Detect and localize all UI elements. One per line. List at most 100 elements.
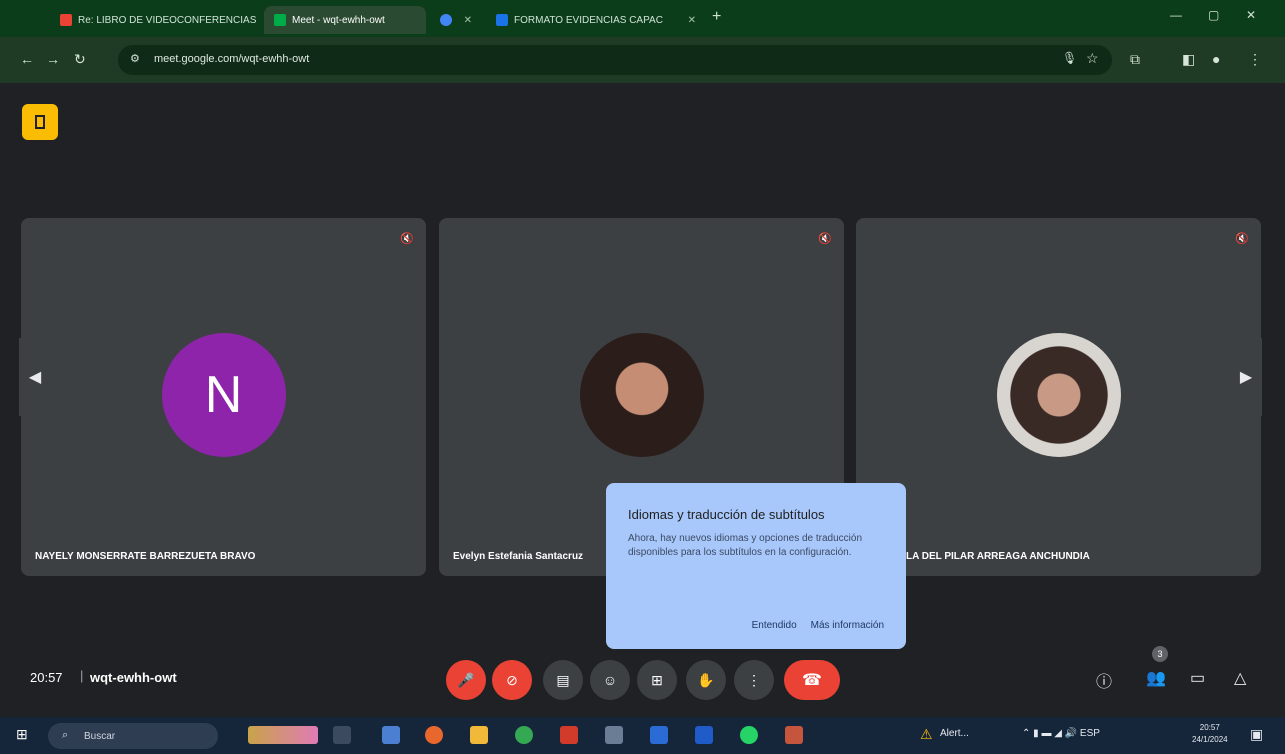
widgets-icon[interactable] [248,726,318,744]
clock-time: 20:57 [1199,723,1220,732]
app-icon[interactable] [605,726,623,744]
site-info-icon[interactable]: ⚙ [130,52,140,65]
activities-icon[interactable]: △ [1234,668,1246,688]
meet-favicon-icon [274,14,286,26]
captions-icon: ▤ [556,671,570,688]
mic-toggle-button[interactable]: 🎤 [446,660,486,700]
learn-more-link[interactable]: Más información [811,620,884,631]
participant-name: LA DEL PILAR ARREAGA ANCHUNDIA [906,551,1090,562]
mic-muted-icon: 🔇 [1235,233,1249,245]
avatar-photo [579,333,704,457]
captions-translation-popup: Idiomas y traducción de subtítulos Ahora… [606,483,906,649]
extensions-icon[interactable]: ⧉ [1130,51,1140,68]
participant-tile-3[interactable]: 🔇 LA DEL PILAR ARREAGA ANCHUNDIA [856,218,1261,576]
camera-off-icon: ⊘ [506,671,518,688]
got-it-button[interactable]: Entendido [752,620,797,631]
search-placeholder: Buscar [84,730,116,742]
meeting-time: 20:57 [30,670,63,685]
taskbar-clock[interactable]: 20:57 24/1/2024 [1192,722,1228,746]
warning-icon: ⚠ [920,726,933,742]
meeting-details-icon[interactable]: ⓘ [1096,668,1112,692]
back-icon[interactable]: ← [20,51,34,67]
menu-icon[interactable]: ⋮ [1248,51,1262,68]
captions-button[interactable]: ▤ [543,660,583,700]
chevron-left-icon: ◀ [28,369,42,386]
gmail-icon [60,14,72,26]
leave-call-button[interactable]: ☎ [784,660,840,700]
firefox-icon[interactable] [425,726,443,744]
participant-name: Evelyn Estefania Santacruz [453,551,584,562]
browser-tab-3[interactable]: ✕ [430,6,482,34]
docs-icon [496,14,508,26]
people-count-badge: 3 [1152,646,1168,662]
close-icon[interactable]: ✕ [688,15,696,26]
browser-toolbar: ← → ↻ ⚙ meet.google.com/wqt-ewhh-owt 🎙 ☆… [0,37,1285,83]
phone-hangup-icon: ☎ [802,672,822,689]
meeting-code: wqt-ewhh-owt [90,670,177,685]
door-icon [35,115,45,129]
address-bar[interactable]: ⚙ meet.google.com/wqt-ewhh-owt 🎙 ☆ [118,45,1112,75]
mic-muted-icon: 🔇 [400,233,414,245]
search-icon: ⌕ [62,729,69,741]
browser-tab-meet[interactable]: Meet - wqt-ewhh-owt [264,6,426,34]
system-tray-icons[interactable]: ⌃ ▮ ▬ ◢ 🔊 ESP [1022,728,1100,739]
divider: | [80,668,84,683]
forward-icon[interactable]: → [46,51,60,67]
browser-tab-4[interactable]: FORMATO EVIDENCIAS CAPAC ✕ [486,6,706,34]
emoji-icon: ☺ [602,672,618,688]
app-icon[interactable] [560,726,578,744]
globe-icon [440,14,452,26]
popup-actions: Entendido Más información [752,620,884,631]
next-page-button[interactable]: ▶ [1230,338,1262,416]
mic-icon[interactable]: 🎙 [1062,51,1077,65]
participant-tile-1[interactable]: 🔇 N NAYELY MONSERRATE BARREZUETA BRAVO [21,218,426,576]
clock-date: 24/1/2024 [1192,735,1228,744]
file-explorer-icon[interactable] [470,726,488,744]
people-icon[interactable]: 👥 [1146,668,1166,688]
popup-title: Idiomas y traducción de subtítulos [628,507,825,522]
tab-label: Re: LIBRO DE VIDEOCONFERENCIAS [78,14,257,26]
browser-tab-strip: Re: LIBRO DE VIDEOCONFERENCIAS ✕ Meet - … [0,0,1285,37]
browser-tab-1[interactable]: Re: LIBRO DE VIDEOCONFERENCIAS ✕ [50,6,262,34]
app-icon[interactable] [785,726,803,744]
chevron-right-icon: ▶ [1239,369,1253,386]
side-panel-icon[interactable]: ◧ [1182,51,1195,68]
tab-label: FORMATO EVIDENCIAS CAPAC [514,14,663,26]
taskbar-search[interactable]: ⌕ Buscar [48,723,218,749]
avatar-photo [996,333,1121,457]
present-screen-icon: ⊞ [651,671,663,688]
mic-muted-icon: 🔇 [818,233,832,245]
avatar: N [161,333,286,457]
windows-start-icon[interactable]: ⊞ [16,726,28,743]
mic-off-icon: 🎤 [457,671,475,688]
chrome-icon[interactable] [515,726,533,744]
camera-toggle-button[interactable]: ⊘ [492,660,532,700]
raise-hand-button[interactable]: ✋ [686,660,726,700]
previous-page-button[interactable]: ◀ [19,338,51,416]
app-icon[interactable] [382,726,400,744]
profile-avatar[interactable]: ● [1212,51,1220,67]
participant-name: NAYELY MONSERRATE BARREZUETA BRAVO [35,551,256,562]
tab-label: Meet - wqt-ewhh-owt [292,14,385,26]
meet-logo [22,104,58,140]
reactions-button[interactable]: ☺ [590,660,630,700]
more-options-button[interactable]: ⋮ [734,660,774,700]
whatsapp-icon[interactable] [740,726,758,744]
more-vert-icon: ⋮ [747,671,761,688]
minimize-icon[interactable]: — [1170,8,1182,22]
present-button[interactable]: ⊞ [637,660,677,700]
notifications-icon[interactable]: ▣ [1250,726,1263,743]
alert-label[interactable]: Alert... [940,728,969,739]
maximize-icon[interactable]: ▢ [1208,8,1219,22]
bookmark-star-icon[interactable]: ☆ [1086,50,1099,67]
close-icon[interactable]: ✕ [464,15,472,26]
new-tab-button[interactable]: + [712,8,721,26]
windows-taskbar: ⊞ ⌕ Buscar ⚠ Alert... ⌃ ▮ ▬ ◢ 🔊 ESP 20:5… [0,717,1285,754]
task-view-icon[interactable] [333,726,351,744]
url-text: meet.google.com/wqt-ewhh-owt [154,53,310,65]
chat-icon[interactable]: ▭ [1190,668,1205,688]
word-icon[interactable] [650,726,668,744]
word-icon[interactable] [695,726,713,744]
window-close-icon[interactable]: ✕ [1246,8,1256,22]
reload-icon[interactable]: ↻ [74,51,86,68]
